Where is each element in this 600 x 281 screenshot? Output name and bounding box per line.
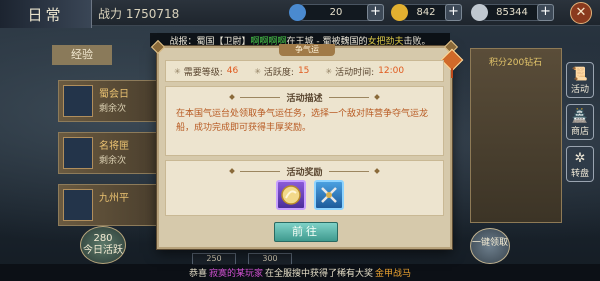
info-label: 活动时间:: [335, 67, 375, 78]
shop-icon: 🏯: [571, 109, 589, 124]
description-text: 在本国气运台处领取争气运任务，选择一个敌对阵营争夺气运龙船，成功完成即可获得丰厚…: [176, 109, 429, 133]
reward-heading: 活动奖励: [166, 164, 443, 178]
reward-slot[interactable]: [276, 180, 306, 210]
reward-slot[interactable]: [314, 180, 344, 210]
stamina-value: 20: [329, 7, 343, 18]
heading-text: 活动奖励: [286, 167, 323, 178]
crossed-swords-icon: [321, 187, 337, 203]
gold-coin-icon: [391, 4, 408, 21]
item-thumbnail: [63, 137, 93, 169]
activity-points-value: 280: [93, 233, 113, 244]
reward-hint: 积分200钻石: [489, 58, 543, 68]
diamond-icon: [229, 168, 236, 174]
close-button[interactable]: ✕: [570, 2, 592, 24]
bullet-icon: ✳: [174, 66, 181, 76]
scroll-icon: 📜: [571, 67, 589, 82]
add-stamina-button[interactable]: +: [367, 4, 384, 21]
info-value: 12:00: [378, 66, 405, 76]
item-title: 名将匣: [99, 141, 129, 152]
side-button-label: 商店: [570, 127, 589, 137]
page-title: 日常: [27, 5, 64, 24]
info-label: 需要等级:: [183, 67, 223, 78]
side-button-label: 转盘: [570, 169, 589, 179]
diamond-icon: [373, 168, 380, 174]
item-thumbnail: [63, 85, 93, 117]
info-value: 15: [297, 66, 310, 76]
power-label: 战力: [98, 7, 123, 21]
coin-reward-icon: [281, 185, 301, 205]
activity-points-badge: 280 今日活跃: [80, 226, 126, 264]
info-level: ✳ 需要等级: 46: [174, 65, 238, 78]
item-thumbnail: [63, 189, 93, 221]
gold-resource: 842 +: [391, 4, 462, 21]
ticker-player: 寂寞的某玩家: [208, 269, 263, 279]
stamina-resource: 20 +: [289, 4, 384, 21]
side-button-shop[interactable]: 🏯 商店: [566, 104, 594, 140]
ticker-mid: 在全服搜中获得了稀有大奖: [265, 269, 374, 279]
broadcast-ticker: 恭喜 寂寞的某玩家 在全服搜中获得了稀有大奖 金甲战马: [0, 264, 600, 281]
info-label: 活跃度:: [263, 67, 294, 78]
silver-resource: 85344 +: [471, 4, 554, 21]
item-sub: 剩余次: [99, 104, 127, 114]
announce-enemy: 女把劲夫: [367, 36, 404, 47]
info-value: 46: [226, 66, 239, 76]
add-gold-button[interactable]: +: [445, 4, 462, 21]
side-button-activity[interactable]: 📜 活动: [566, 62, 594, 98]
reward-side-panel: 积分200钻石: [470, 48, 562, 223]
item-title: 蜀会日: [99, 89, 129, 100]
activity-dialog: 争气运 ✳ 需要等级: 46 ✳ 活跃度: 15 ✳ 活动时间: 12:00 活…: [150, 39, 464, 249]
reward-section: 活动奖励: [165, 160, 444, 216]
silver-value: 85344: [496, 7, 528, 18]
heading-text: 活动描述: [286, 93, 323, 104]
description-heading: 活动描述: [166, 90, 443, 104]
close-icon: ✕: [575, 5, 587, 20]
bullet-icon: ✳: [325, 66, 333, 76]
ticker-prefix: 恭喜: [188, 269, 207, 279]
wheel-icon: ✲: [574, 151, 586, 166]
diamond-icon: [373, 94, 380, 100]
announce-prefix: 战报：蜀国【卫尉】: [169, 36, 251, 47]
knot-string: [451, 68, 453, 78]
activity-info-row: ✳ 需要等级: 46 ✳ 活跃度: 15 ✳ 活动时间: 12:00: [165, 60, 444, 82]
tab-experience[interactable]: 经验: [52, 45, 112, 65]
silver-coin-icon: [471, 4, 488, 21]
info-activity: ✳ 活跃度: 15: [254, 65, 309, 78]
side-button-label: 活动: [570, 85, 589, 95]
page-title-plate: 日常: [0, 0, 92, 28]
gold-value: 842: [416, 7, 436, 18]
dialog-title: 争气运: [279, 44, 335, 56]
side-button-wheel[interactable]: ✲ 转盘: [566, 146, 594, 182]
item-title: 九州平: [99, 193, 129, 204]
claim-all-button[interactable]: 一键领取: [470, 228, 510, 264]
go-button[interactable]: 前往: [274, 222, 338, 242]
add-silver-button[interactable]: +: [537, 4, 554, 21]
claim-all-label: 一键领取: [471, 238, 508, 248]
power-display: 战力 1750718: [98, 5, 179, 22]
activity-points-label: 今日活跃: [83, 245, 123, 256]
ticker-item: 金甲战马: [375, 269, 412, 279]
power-value: 1750718: [125, 7, 180, 21]
bullet-icon: ✳: [254, 66, 261, 76]
announce-suffix: 击败。: [403, 36, 431, 47]
info-time: ✳ 活动时间: 12:00: [325, 65, 404, 78]
description-section: 活动描述 在本国气运台处领取争气运任务，选择一个敌对阵营争夺气运龙船，成功完成即…: [165, 86, 444, 156]
diamond-icon: [229, 94, 236, 100]
item-sub: 剩余次: [99, 156, 127, 166]
stamina-icon: [289, 4, 306, 21]
